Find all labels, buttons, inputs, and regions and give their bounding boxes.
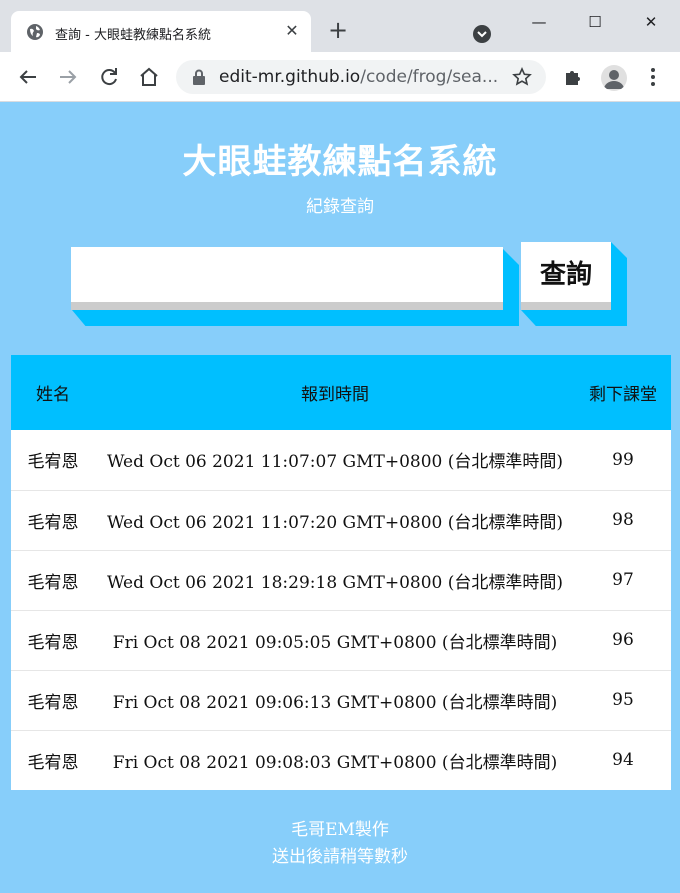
- footer-note: 送出後請稍等數秒: [272, 847, 408, 867]
- profile-avatar[interactable]: [601, 65, 627, 91]
- cell-name: 毛宥恩: [11, 549, 95, 610]
- button-shadow-side: [611, 242, 627, 326]
- reload-icon[interactable]: [97, 65, 121, 89]
- bookmark-star-icon[interactable]: [512, 67, 532, 87]
- url-path: /code/frog/sea...: [360, 67, 499, 87]
- table-row: 毛宥恩 Wed Oct 06 2021 18:29:18 GMT+0800 (台…: [11, 549, 671, 610]
- records-table: 姓名 報到時間 剩下課堂 毛宥恩 Wed Oct 06 2021 11:07:0…: [11, 355, 671, 790]
- page-subtitle: 紀錄查詢: [306, 197, 374, 217]
- browser-tab-strip: 查詢 - 大眼蛙教練點名系統 ✕ + — ☐ ✕: [0, 0, 680, 52]
- cell-name: 毛宥恩: [27, 452, 79, 473]
- table-row: 毛宥恩 Wed Oct 06 2021 11:07:07 GMT+0800 (台…: [11, 430, 671, 490]
- home-icon[interactable]: [137, 65, 161, 89]
- table-row: 毛宥恩 Fri Oct 08 2021 09:08:03 GMT+0800 (台…: [11, 729, 671, 790]
- lock-icon[interactable]: [192, 69, 206, 85]
- person-icon: [604, 70, 624, 89]
- cell-remaining: 94: [575, 729, 671, 790]
- header-remaining-classes: 剩下課堂: [589, 385, 657, 405]
- globe-icon: [27, 24, 43, 40]
- search-input[interactable]: [71, 247, 503, 310]
- cell-name: 毛宥恩: [11, 729, 95, 790]
- cell-remaining: 96: [575, 609, 671, 670]
- new-tab-icon[interactable]: +: [326, 18, 350, 44]
- back-arrow-icon[interactable]: [16, 65, 40, 89]
- cell-remaining: 95: [575, 669, 671, 730]
- cell-remaining: 99: [612, 449, 634, 470]
- input-shadow-side: [503, 249, 519, 326]
- header-name: 姓名: [36, 385, 70, 405]
- page-title: 大眼蛙教練點名系統: [182, 142, 498, 182]
- cell-time: Wed Oct 06 2021 11:07:20 GMT+0800 (台北標準時…: [95, 489, 575, 550]
- cell-time: Fri Oct 08 2021 09:08:03 GMT+0800 (台北標準時…: [95, 729, 575, 790]
- browser-tab[interactable]: 查詢 - 大眼蛙教練點名系統 ✕: [11, 11, 311, 52]
- cell-remaining: 98: [575, 489, 671, 550]
- browser-toolbar: edit-mr.github.io/code/frog/sea...: [0, 52, 680, 102]
- cell-name: 毛宥恩: [11, 609, 95, 670]
- tab-search-icon[interactable]: [472, 24, 492, 44]
- window-close-icon[interactable]: ✕: [636, 8, 666, 36]
- tab-title: 查詢 - 大眼蛙教練點名系統: [55, 28, 211, 43]
- page-content: 大眼蛙教練點名系統 紀錄查詢 查詢 姓名 報到時間 剩下課堂 毛宥恩 Wed O…: [0, 102, 680, 893]
- url-host: edit-mr.github.io: [219, 67, 361, 87]
- table-row: 毛宥恩 Wed Oct 06 2021 11:07:20 GMT+0800 (台…: [11, 489, 671, 550]
- maximize-icon[interactable]: ☐: [580, 8, 610, 36]
- cell-name: 毛宥恩: [11, 489, 95, 550]
- table-row: 毛宥恩 Fri Oct 08 2021 09:05:05 GMT+0800 (台…: [11, 609, 671, 670]
- cell-time: Fri Oct 08 2021 09:05:05 GMT+0800 (台北標準時…: [95, 609, 575, 670]
- kebab-menu-icon[interactable]: [645, 66, 661, 88]
- cell-remaining: 97: [575, 549, 671, 610]
- minimize-icon[interactable]: —: [524, 8, 554, 36]
- cell-time: Wed Oct 06 2021 11:07:07 GMT+0800 (台北標準時…: [106, 452, 564, 473]
- input-shadow: [72, 310, 519, 326]
- table-header-row: 姓名 報到時間 剩下課堂: [11, 355, 671, 430]
- cell-name: 毛宥恩: [11, 669, 95, 730]
- cell-time: Wed Oct 06 2021 18:29:18 GMT+0800 (台北標準時…: [95, 549, 575, 610]
- footer-credit: 毛哥EM製作: [291, 820, 389, 840]
- address-bar[interactable]: edit-mr.github.io/code/frog/sea...: [176, 60, 546, 94]
- close-icon[interactable]: ✕: [281, 20, 303, 42]
- forward-arrow-icon[interactable]: [56, 65, 80, 89]
- extensions-puzzle-icon[interactable]: [563, 67, 583, 87]
- url-text[interactable]: edit-mr.github.io/code/frog/sea...: [219, 67, 498, 87]
- query-button[interactable]: 查詢: [521, 242, 611, 310]
- cell-time: Fri Oct 08 2021 09:06:13 GMT+0800 (台北標準時…: [95, 669, 575, 730]
- header-checkin-time: 報到時間: [301, 385, 369, 405]
- table-row: 毛宥恩 Fri Oct 08 2021 09:06:13 GMT+0800 (台…: [11, 669, 671, 730]
